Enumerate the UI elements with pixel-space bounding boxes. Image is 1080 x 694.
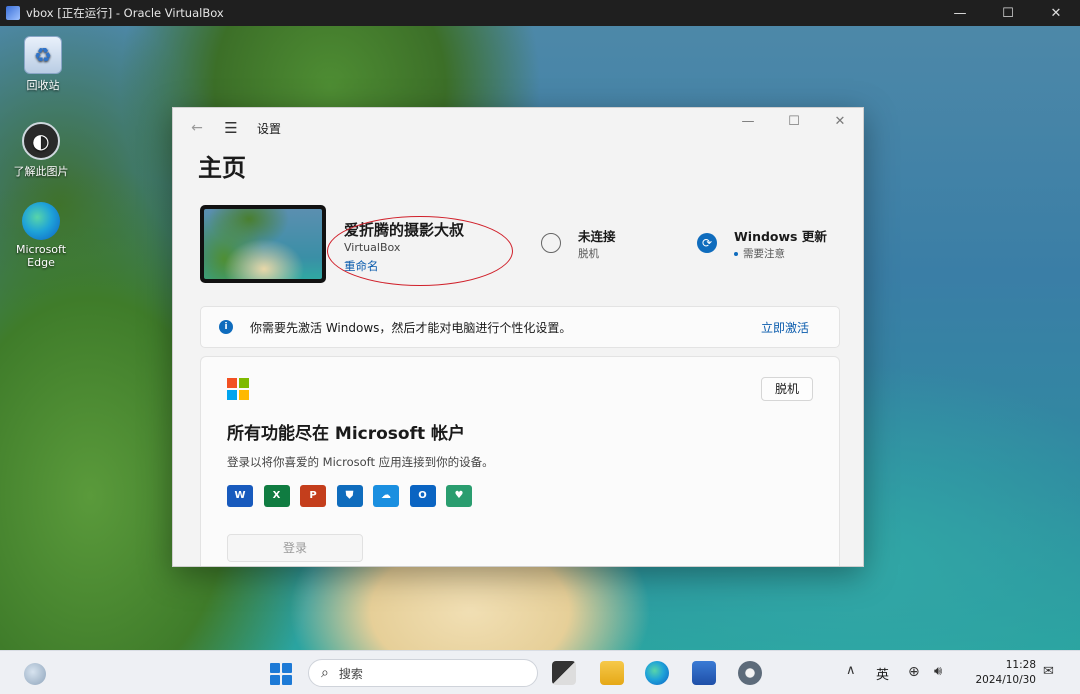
notification-icon[interactable]: ✉ xyxy=(1043,664,1054,679)
device-thumbnail xyxy=(200,205,326,283)
window-title: vbox [正在运行] - Oracle VirtualBox xyxy=(26,6,224,20)
activate-now-link[interactable]: 立即激活 xyxy=(761,319,809,336)
taskbar-search[interactable]: ⌕ 搜索 xyxy=(308,659,538,687)
back-arrow-icon[interactable]: ← xyxy=(181,120,213,136)
account-card-description: 登录以将你喜爱的 Microsoft 应用连接到你的设备。 xyxy=(227,455,494,469)
windows-update-icon: ⟳ xyxy=(697,233,717,253)
red-annotation-ellipse xyxy=(327,216,513,286)
defender-icon: ⛊ xyxy=(336,485,363,507)
minimize-button[interactable]: — xyxy=(936,0,984,26)
attention-dot-icon xyxy=(734,252,738,256)
onedrive-icon: ☁ xyxy=(373,485,399,507)
network-tray-icon[interactable]: ⊕ xyxy=(908,664,920,680)
window-controls: — ☐ ✕ xyxy=(936,0,1080,26)
desktop-icon-label: 回收站 xyxy=(26,79,60,92)
account-card-title: 所有功能尽在 Microsoft 帐户 xyxy=(227,424,466,444)
desktop-icon-label: Microsoft Edge xyxy=(15,243,67,269)
info-icon: i xyxy=(219,320,233,334)
network-globe-icon xyxy=(541,233,561,253)
file-explorer-icon[interactable] xyxy=(600,661,624,685)
virtualbox-titlebar: vbox [正在运行] - Oracle VirtualBox — ☐ ✕ xyxy=(0,0,1080,26)
settings-titlebar: ← ☰ 设置 — ☐ ✕ xyxy=(173,108,863,148)
page-title: 主页 xyxy=(198,154,246,182)
clock[interactable]: 11:28 2024/10/30 xyxy=(966,658,1036,688)
microsoft-logo-icon xyxy=(227,378,249,400)
microsoft-apps-row: W X P ⛊ ☁ O ♥ xyxy=(227,485,472,507)
desktop-icon-edge[interactable]: Microsoft Edge xyxy=(6,202,76,269)
maximize-button[interactable]: ☐ xyxy=(984,0,1032,26)
recycle-bin-icon xyxy=(24,36,62,74)
offline-badge: 脱机 xyxy=(760,377,813,401)
microsoft-account-card: 脱机 所有功能尽在 Microsoft 帐户 登录以将你喜爱的 Microsof… xyxy=(200,356,840,566)
store-icon[interactable] xyxy=(692,661,716,685)
close-button[interactable]: ✕ xyxy=(1032,0,1080,26)
desktop-icon-learn-picture[interactable]: 了解此图片 xyxy=(6,122,76,179)
network-status-sub: 脱机 xyxy=(578,248,599,260)
windows-update-title[interactable]: Windows 更新 xyxy=(734,226,827,245)
activation-banner: i 你需要先激活 Windows，然后才能对电脑进行个性化设置。 立即激活 xyxy=(200,306,840,348)
desktop-icon-recycle-bin[interactable]: 回收站 xyxy=(8,36,78,93)
edge-icon xyxy=(22,202,60,240)
outlook-icon: O xyxy=(409,485,436,507)
network-status-title[interactable]: 未连接 xyxy=(578,226,616,245)
settings-minimize-button[interactable]: — xyxy=(725,108,771,134)
settings-gear-icon[interactable] xyxy=(738,661,762,685)
powerpoint-icon: P xyxy=(300,485,326,507)
clock-time: 11:28 xyxy=(1005,659,1036,671)
virtualbox-app-icon xyxy=(6,6,20,20)
chevron-up-icon[interactable]: ∧ xyxy=(846,663,856,678)
windows-update-status-text: 需要注意 xyxy=(743,248,785,260)
input-method-indicator[interactable]: 英 xyxy=(876,664,889,683)
wallpaper-preview xyxy=(204,209,322,279)
volume-icon[interactable]: 🔊︎ xyxy=(934,664,942,679)
search-icon: ⌕ xyxy=(321,665,329,681)
clock-date: 2024/10/30 xyxy=(975,674,1036,686)
settings-app-title: 设置 xyxy=(257,121,282,136)
settings-window-controls: — ☐ ✕ xyxy=(725,108,863,134)
settings-close-button[interactable]: ✕ xyxy=(817,108,863,134)
start-button[interactable] xyxy=(270,663,292,685)
family-icon: ♥ xyxy=(446,485,472,507)
windows-update-status: 需要注意 xyxy=(734,246,785,261)
activation-message: 你需要先激活 Windows，然后才能对电脑进行个性化设置。 xyxy=(250,320,572,335)
search-placeholder: 搜索 xyxy=(338,666,363,681)
settings-maximize-button[interactable]: ☐ xyxy=(771,108,817,134)
settings-window: ← ☰ 设置 — ☐ ✕ 主页 爱折腾的摄影大叔 VirtualBox 重命名 … xyxy=(172,107,864,567)
desktop-icon-label: 了解此图片 xyxy=(13,165,69,178)
task-view-icon[interactable] xyxy=(552,661,576,685)
edge-taskbar-icon[interactable] xyxy=(645,661,669,685)
learn-picture-icon xyxy=(22,122,60,160)
taskbar: ⌕ 搜索 ∧ 英 ⊕ 🔊︎ 11:28 2024/10/30 ✉ xyxy=(0,650,1080,694)
widgets-icon[interactable] xyxy=(24,663,46,685)
excel-icon: X xyxy=(263,485,290,507)
word-icon: W xyxy=(227,485,253,507)
hamburger-menu-icon[interactable]: ☰ xyxy=(215,119,247,137)
sign-in-button[interactable]: 登录 xyxy=(227,534,363,562)
